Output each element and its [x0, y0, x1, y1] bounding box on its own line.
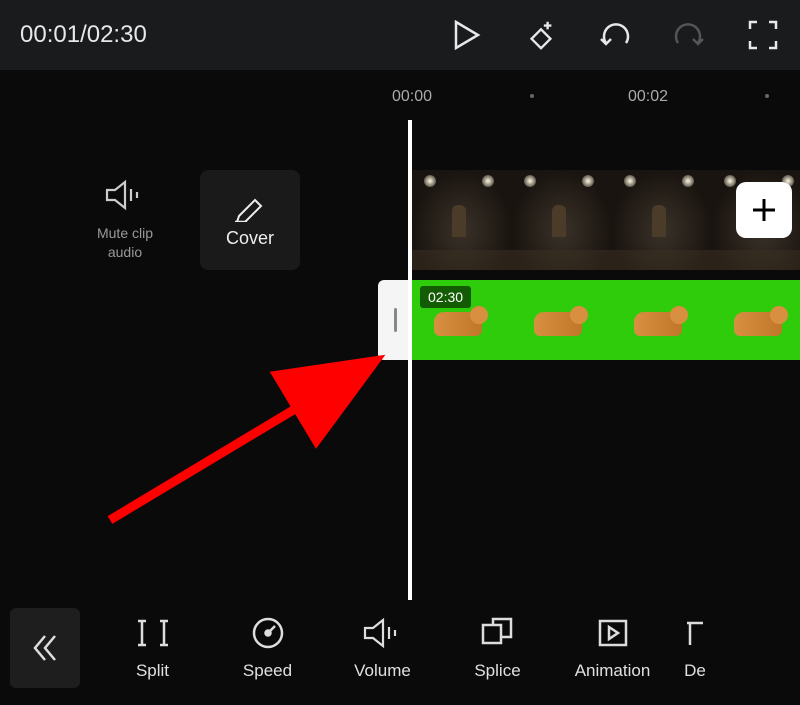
- timecode: 00:01/02:30: [20, 21, 147, 49]
- top-controls: [450, 18, 780, 52]
- total-time: 02:30: [87, 21, 147, 48]
- ruler-tick: [530, 94, 534, 98]
- cover-button[interactable]: Cover: [200, 170, 300, 270]
- animation-icon: [596, 615, 630, 651]
- redo-button[interactable]: [672, 18, 706, 52]
- animation-tool[interactable]: Animation: [555, 615, 670, 681]
- clip-duration-badge: 02:30: [420, 286, 471, 308]
- speed-icon: [251, 615, 285, 651]
- clip-trim-handle[interactable]: [378, 280, 412, 360]
- timeline-ruler[interactable]: 00:00 00:02: [0, 70, 800, 120]
- volume-icon: [363, 615, 403, 651]
- bottom-toolbar: Split Speed Volume: [0, 600, 800, 695]
- undo-button[interactable]: [598, 18, 632, 52]
- overlay-track-row: 02:30: [412, 280, 800, 360]
- playhead[interactable]: [408, 120, 412, 600]
- chevron-double-left-icon: [31, 632, 59, 664]
- tool-label: Volume: [354, 661, 411, 681]
- split-icon: [136, 615, 170, 651]
- annotation-arrow: [100, 350, 400, 530]
- ruler-tick: [765, 94, 769, 98]
- ruler-mark: 00:02: [628, 88, 668, 106]
- splice-tool[interactable]: Splice: [440, 615, 555, 681]
- pencil-icon: [233, 192, 267, 222]
- plus-icon: [749, 195, 779, 225]
- ruler-mark: 00:00: [392, 88, 432, 106]
- keyframe-button[interactable]: [524, 18, 558, 52]
- fullscreen-button[interactable]: [746, 18, 780, 52]
- mute-label: Mute clip audio: [80, 224, 170, 260]
- play-button[interactable]: [450, 18, 484, 52]
- tool-label: Speed: [243, 661, 292, 681]
- splice-icon: [480, 615, 516, 651]
- tool-label: Splice: [474, 661, 520, 681]
- tool-label: Animation: [575, 661, 651, 681]
- volume-tool[interactable]: Volume: [325, 615, 440, 681]
- back-button[interactable]: [10, 608, 80, 688]
- tool-label: Split: [136, 661, 169, 681]
- delete-icon: [685, 615, 705, 651]
- cover-label: Cover: [226, 228, 274, 249]
- overlay-clip[interactable]: 02:30: [412, 280, 800, 360]
- speed-tool[interactable]: Speed: [210, 615, 325, 681]
- top-bar: 00:01/02:30: [0, 0, 800, 70]
- editor-area: Mute clip audio Cover 02:30: [0, 120, 800, 600]
- tool-label: De: [684, 661, 706, 681]
- left-panel: Mute clip audio Cover: [80, 170, 300, 270]
- delete-tool[interactable]: De: [670, 615, 720, 681]
- current-time: 00:01: [20, 21, 80, 48]
- mute-clip-audio-button[interactable]: Mute clip audio: [80, 179, 170, 260]
- split-tool[interactable]: Split: [95, 615, 210, 681]
- speaker-icon: [80, 179, 170, 216]
- add-clip-button[interactable]: [736, 182, 792, 238]
